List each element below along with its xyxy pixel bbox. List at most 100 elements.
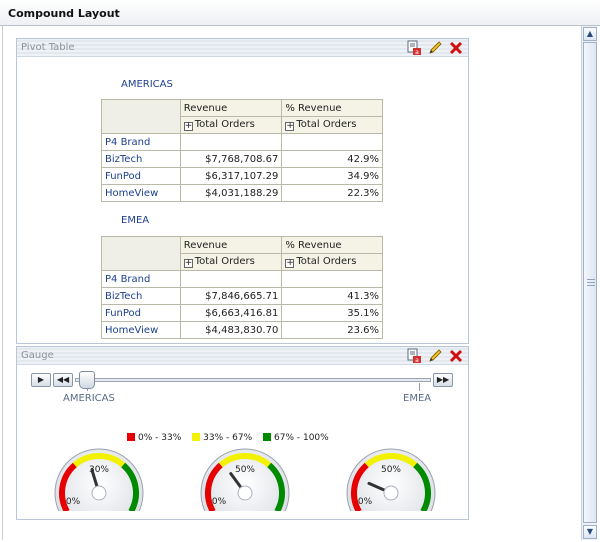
legend-item: 33% - 67% bbox=[192, 433, 252, 443]
pct-revenue-cell: 41.3% bbox=[281, 287, 383, 305]
delete-icon[interactable] bbox=[448, 348, 464, 364]
empty-cell bbox=[281, 133, 383, 151]
pivot-table-panel: Pivot Table a AMERICAS Revenue % Revenue… bbox=[16, 38, 469, 344]
legend-label: 33% - 67% bbox=[203, 433, 253, 443]
row-header: BizTech bbox=[101, 287, 181, 305]
gauge-legend: 0% - 33% 33% - 67% 67% - 100% bbox=[127, 433, 337, 443]
total-orders-header[interactable]: + Total Orders bbox=[179, 253, 283, 271]
region-label-emea: EMEA bbox=[121, 215, 150, 226]
gauge-dial: 50% 0% bbox=[346, 448, 436, 511]
pivot-table-americas: Revenue % Revenue + Total Orders + Total O… bbox=[101, 99, 383, 202]
gauge-hub bbox=[91, 485, 107, 501]
column-header-pct-revenue: % Revenue bbox=[281, 236, 383, 254]
chevron-down-icon: ▼ bbox=[586, 527, 594, 536]
gauge-homeview: 50% 0% bbox=[343, 445, 439, 513]
gauge-center-label: 50% bbox=[381, 465, 401, 475]
content-viewport: Pivot Table a AMERICAS Revenue % Revenue… bbox=[2, 26, 581, 540]
gauge-panel-title: Gauge bbox=[21, 350, 54, 361]
compound-layout-window: Compound Layout Pivot Table a AMERICAS R… bbox=[0, 0, 600, 542]
slider-label-americas[interactable]: AMERICAS bbox=[63, 393, 115, 404]
table-row: HomeView $4,031,188.29 22.3% bbox=[101, 184, 383, 202]
pct-revenue-cell: 42.9% bbox=[281, 150, 383, 168]
pct-revenue-cell: 34.9% bbox=[281, 167, 383, 185]
legend-label: 67% - 100% bbox=[274, 433, 329, 443]
column-header-pct-revenue: % Revenue bbox=[281, 99, 383, 117]
total-orders-header[interactable]: + Total Orders bbox=[281, 116, 383, 134]
gauge-dial: 50% 0% bbox=[200, 448, 290, 511]
slider-label-emea[interactable]: EMEA bbox=[403, 393, 431, 404]
total-orders-label: Total Orders bbox=[194, 119, 255, 130]
step-forward-button[interactable]: ▶▶ bbox=[433, 373, 453, 387]
gauge-biztech: 30% 0% bbox=[51, 445, 147, 513]
pivot-corner bbox=[101, 236, 181, 271]
step-back-button[interactable]: ◀◀ bbox=[53, 373, 73, 387]
pivot-corner bbox=[101, 99, 181, 134]
expand-icon[interactable]: + bbox=[285, 122, 295, 131]
play-icon: ▶ bbox=[37, 375, 45, 384]
expand-icon[interactable]: + bbox=[183, 122, 193, 131]
edit-icon[interactable] bbox=[427, 348, 443, 364]
gauge-panel: Gauge a ▶ ◀◀ ▶▶ AMERICAS EMEA 0% - 33% 3… bbox=[16, 346, 469, 520]
region-slider: ▶ ◀◀ ▶▶ AMERICAS EMEA bbox=[17, 367, 468, 407]
table-row: HomeView $4,483,830.70 23.6% bbox=[101, 321, 383, 339]
scroll-thumb[interactable] bbox=[583, 42, 597, 523]
grip-icon bbox=[587, 279, 595, 287]
rewind-icon: ◀◀ bbox=[56, 375, 70, 384]
chevron-up-icon: ▲ bbox=[586, 29, 594, 38]
empty-cell bbox=[281, 270, 383, 288]
revenue-cell: $4,031,188.29 bbox=[179, 184, 283, 202]
gauge-dial: 30%0% bbox=[54, 448, 144, 511]
title-bar: Compound Layout bbox=[0, 0, 600, 26]
expand-icon[interactable]: + bbox=[183, 259, 193, 268]
table-row: FunPod $6,663,416.81 35.1% bbox=[101, 304, 383, 322]
gauge-center-label: 50% bbox=[235, 465, 255, 475]
gauge-hub bbox=[237, 485, 253, 501]
table-row: BizTech $7,768,708.67 42.9% bbox=[101, 150, 383, 168]
scroll-up-button[interactable]: ▲ bbox=[583, 27, 597, 41]
legend-item: 0% - 33% bbox=[127, 433, 181, 443]
slider-track[interactable] bbox=[75, 378, 431, 382]
legend-item: 67% - 100% bbox=[263, 433, 329, 443]
window-title: Compound Layout bbox=[8, 7, 120, 20]
pivot-panel-title: Pivot Table bbox=[21, 42, 75, 53]
legend-swatch bbox=[263, 433, 271, 441]
slider-tick bbox=[419, 383, 420, 391]
svg-text:a: a bbox=[415, 357, 419, 364]
pivot-panel-tools: a bbox=[404, 40, 464, 56]
revenue-cell: $7,768,708.67 bbox=[179, 150, 283, 168]
gauge-panel-tools: a bbox=[404, 348, 464, 364]
total-orders-label: Total Orders bbox=[296, 256, 357, 267]
region-label-americas: AMERICAS bbox=[121, 79, 173, 90]
export-icon[interactable]: a bbox=[406, 40, 422, 56]
total-orders-header[interactable]: + Total Orders bbox=[179, 116, 283, 134]
row-header: HomeView bbox=[101, 321, 181, 339]
slider-thumb[interactable] bbox=[79, 371, 95, 389]
delete-icon[interactable] bbox=[448, 40, 464, 56]
gauge-min-label: 0% bbox=[66, 497, 81, 507]
gauge-hub bbox=[383, 485, 399, 501]
vertical-scrollbar[interactable]: ▲ ▼ bbox=[581, 26, 597, 540]
column-header-revenue: Revenue bbox=[179, 99, 283, 117]
gauge-min-label: 0% bbox=[358, 497, 373, 507]
legend-swatch bbox=[192, 433, 201, 441]
pct-revenue-cell: 22.3% bbox=[281, 184, 383, 202]
gauge-panel-header: Gauge a bbox=[17, 347, 468, 365]
row-header: FunPod bbox=[101, 304, 181, 322]
row-header: HomeView bbox=[101, 184, 181, 202]
play-button[interactable]: ▶ bbox=[31, 373, 51, 387]
scroll-down-button[interactable]: ▼ bbox=[583, 525, 597, 539]
empty-cell bbox=[179, 133, 283, 151]
pct-revenue-cell: 23.6% bbox=[281, 321, 383, 339]
export-icon[interactable]: a bbox=[406, 348, 422, 364]
legend-label: 0% - 33% bbox=[138, 433, 182, 443]
fast-forward-icon: ▶▶ bbox=[436, 375, 450, 384]
pivot-panel-header: Pivot Table a bbox=[17, 39, 468, 57]
total-orders-header[interactable]: + Total Orders bbox=[281, 253, 383, 271]
row-dimension-label: P4 Brand bbox=[101, 270, 181, 288]
revenue-cell: $4,483,830.70 bbox=[179, 321, 283, 339]
table-row: FunPod $6,317,107.29 34.9% bbox=[101, 167, 383, 185]
expand-icon[interactable]: + bbox=[285, 259, 295, 268]
edit-icon[interactable] bbox=[427, 40, 443, 56]
gauge-funpod: 50% 0% bbox=[197, 445, 293, 513]
column-header-revenue: Revenue bbox=[179, 236, 283, 254]
